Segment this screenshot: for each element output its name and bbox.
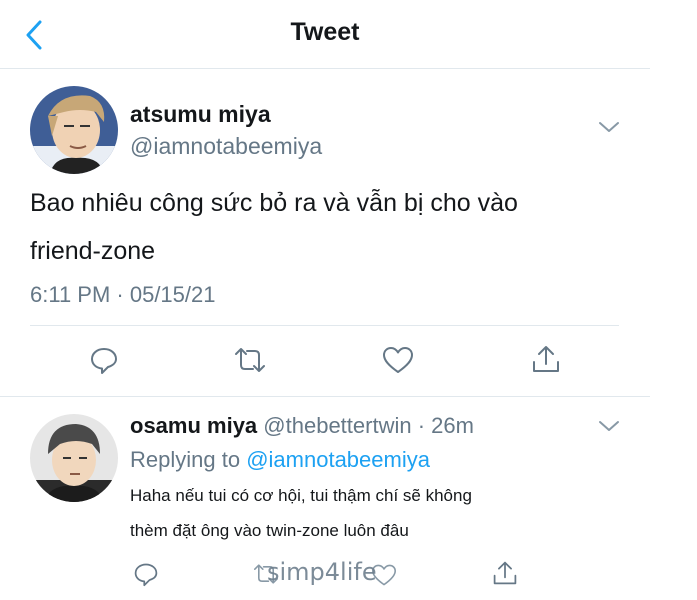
heart-icon <box>383 347 413 373</box>
share-button[interactable] <box>531 344 561 374</box>
author-handle[interactable]: @iamnotabeemiya <box>130 133 322 160</box>
share-icon <box>533 346 559 372</box>
reply-more-options-button[interactable] <box>598 419 620 433</box>
reply-author-handle[interactable]: @thebettertwin <box>263 413 411 438</box>
reply-text-line-2: thèm đặt ông vào twin-zone luôn đâu <box>130 521 409 540</box>
replying-to-label: Replying to <box>130 447 241 472</box>
reply-share-button[interactable] <box>492 560 518 586</box>
reply-header: osamu miya @thebettertwin · 26m <box>130 413 474 439</box>
reply-age: · 26m <box>417 413 474 438</box>
author-name[interactable]: atsumu miya <box>130 101 271 128</box>
retweet-icon <box>235 348 265 372</box>
avatar[interactable] <box>30 86 118 174</box>
more-options-button[interactable] <box>598 120 620 134</box>
chevron-down-icon <box>599 421 619 431</box>
share-icon <box>493 561 517 585</box>
reply-icon <box>91 348 117 374</box>
reply-author-name[interactable]: osamu miya <box>130 413 257 438</box>
tweet-text-line-1: Bao nhiêu công sức bỏ ra và vẫn bị cho v… <box>30 189 518 217</box>
watermark-text: simp4life <box>267 558 377 586</box>
tweet-divider <box>30 325 619 326</box>
avatar-atsumu-image <box>30 86 118 174</box>
chevron-down-icon <box>599 122 619 132</box>
page-title: Tweet <box>290 18 360 46</box>
reply-text-line-1: Haha nếu tui có cơ hội, tui thậm chí sẽ … <box>130 486 472 505</box>
section-divider <box>0 396 650 397</box>
replying-to-handle[interactable]: @iamnotabeemiya <box>246 447 430 472</box>
avatar-osamu-image <box>30 414 118 502</box>
header-divider <box>0 68 650 69</box>
like-button[interactable] <box>382 345 414 375</box>
tweet-text-line-2: friend-zone <box>30 237 156 265</box>
reply-reply-button[interactable] <box>133 561 159 587</box>
reply-icon <box>134 563 158 587</box>
tweet-timestamp: 6:11 PM · 05/15/21 <box>30 282 216 307</box>
retweet-button[interactable] <box>233 345 267 375</box>
reply-button[interactable] <box>89 345 119 375</box>
replying-to-line: Replying to @iamnotabeemiya <box>130 447 430 473</box>
avatar[interactable] <box>30 414 118 502</box>
